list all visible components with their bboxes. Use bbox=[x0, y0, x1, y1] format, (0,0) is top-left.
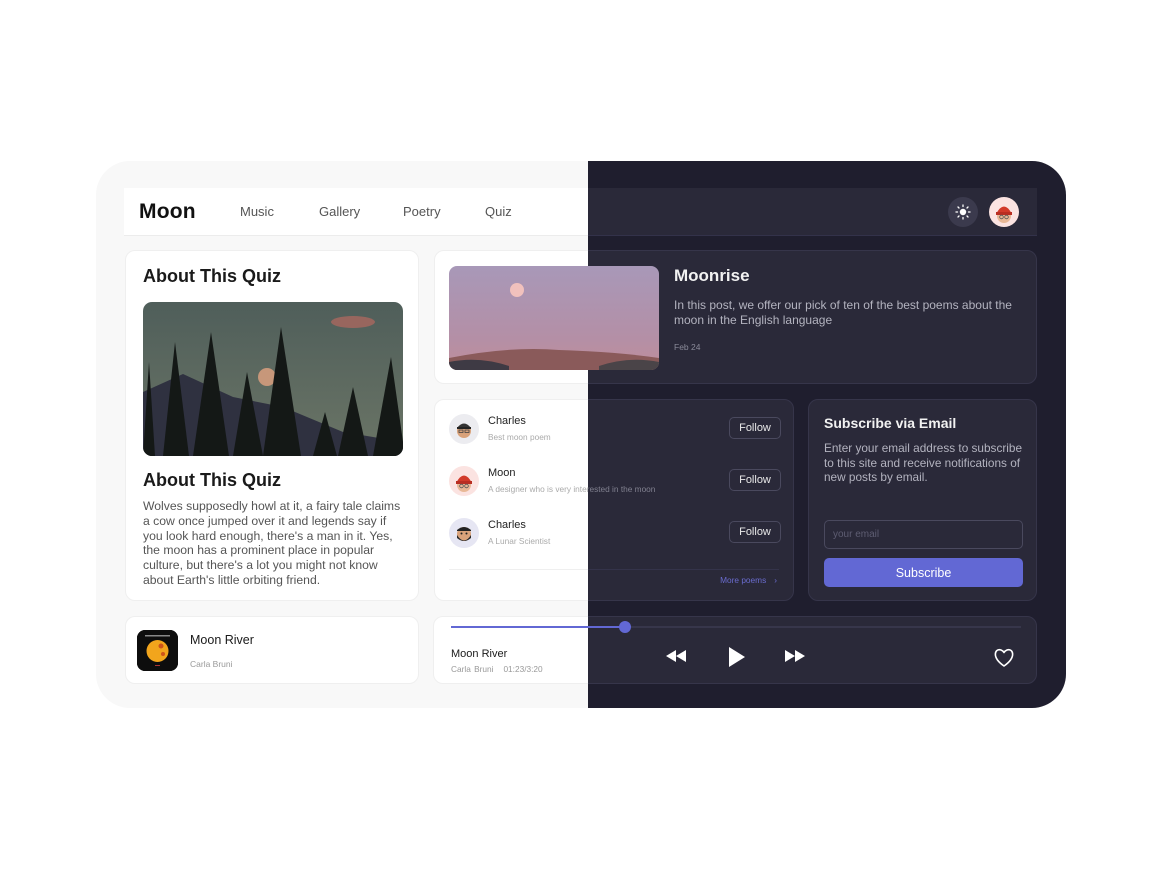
nav-link-poetry[interactable]: Poetry bbox=[403, 204, 441, 219]
favorite-button[interactable] bbox=[993, 648, 1015, 668]
quiz-image bbox=[143, 302, 403, 456]
person-name[interactable]: Charles bbox=[488, 519, 526, 531]
post-excerpt: In this post, we offer our pick of ten o… bbox=[674, 298, 1012, 327]
more-poems-link[interactable]: More poems › bbox=[720, 575, 777, 585]
subscribe-button[interactable]: Subscribe bbox=[824, 558, 1023, 587]
person-name[interactable]: Moon bbox=[488, 467, 516, 479]
quiz-card: About This Quiz bbox=[125, 250, 419, 601]
player-track-title: Moon River bbox=[451, 648, 508, 660]
song-card[interactable]: Moon River Carla Bruni bbox=[125, 616, 419, 684]
quiz-card-title: About This Quiz bbox=[143, 266, 281, 286]
progress-thumb[interactable] bbox=[618, 621, 631, 633]
quiz-description: Wolves supposedly howl at it, a fairy ta… bbox=[143, 499, 401, 587]
follow-button[interactable]: Follow bbox=[729, 417, 781, 439]
avatar-beard-icon[interactable] bbox=[449, 518, 479, 548]
song-artist: Carla Bruni bbox=[190, 659, 233, 669]
fast-forward-button[interactable] bbox=[784, 649, 806, 663]
person-description: Best moon poem bbox=[488, 432, 551, 442]
rewind-button[interactable] bbox=[665, 649, 687, 663]
player-time: 01:23/3:20 bbox=[503, 664, 543, 674]
chevron-right-icon: › bbox=[774, 575, 777, 585]
player-artist: Carla Bruni bbox=[451, 664, 494, 674]
rewind-icon bbox=[666, 650, 686, 662]
avatar-red-hat-icon[interactable] bbox=[449, 466, 479, 496]
avatar-red-hat-icon bbox=[996, 206, 1012, 223]
subscribe-description: Enter your email address to subscribe to… bbox=[824, 441, 1023, 484]
more-poems-label: More poems bbox=[720, 575, 767, 585]
subscribe-title: Subscribe via Email bbox=[824, 415, 957, 431]
app-frame: Moon Music Gallery Poetry Quiz About Thi… bbox=[96, 161, 1066, 708]
follow-button[interactable]: Follow bbox=[729, 469, 781, 491]
person-description: A Lunar Scientist bbox=[488, 536, 551, 546]
album-art-icon bbox=[137, 630, 178, 671]
logo[interactable]: Moon bbox=[139, 200, 196, 224]
post-title[interactable]: Moonrise bbox=[674, 266, 750, 286]
sun-icon bbox=[955, 204, 971, 220]
person-name[interactable]: Charles bbox=[488, 415, 526, 427]
user-avatar[interactable] bbox=[989, 197, 1019, 227]
play-icon bbox=[729, 647, 745, 667]
nav-link-music[interactable]: Music bbox=[240, 204, 274, 219]
subscribe-card: Subscribe via Email Enter your email add… bbox=[808, 399, 1037, 601]
avatar-cap-glasses-icon[interactable] bbox=[449, 414, 479, 444]
quiz-subtitle: About This Quiz bbox=[143, 470, 281, 490]
play-button[interactable] bbox=[728, 647, 746, 667]
nav-link-gallery[interactable]: Gallery bbox=[319, 204, 360, 219]
theme-toggle-button[interactable] bbox=[948, 197, 978, 227]
song-title[interactable]: Moon River bbox=[190, 633, 254, 647]
post-date: Feb 24 bbox=[674, 342, 701, 352]
follow-button[interactable]: Follow bbox=[729, 521, 781, 543]
player-meta: Carla Bruni 01:23/3:20 bbox=[451, 664, 543, 674]
email-input[interactable] bbox=[824, 520, 1023, 549]
nav-link-quiz[interactable]: Quiz bbox=[485, 204, 512, 219]
fast-forward-icon bbox=[785, 650, 805, 662]
heart-icon bbox=[994, 648, 1014, 667]
